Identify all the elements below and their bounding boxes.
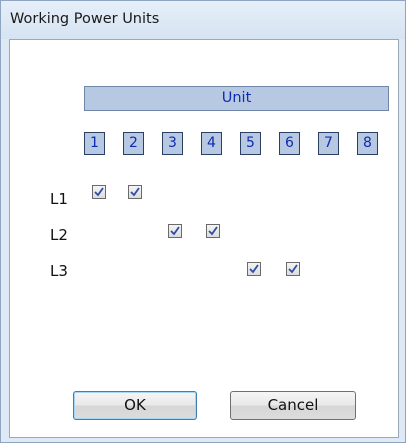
row-label-l2: L2	[50, 226, 68, 244]
ok-button[interactable]: OK	[73, 391, 197, 420]
row-label-l3: L3	[50, 262, 68, 280]
checkbox-l1-unit-2[interactable]	[128, 185, 142, 199]
unit-header: Unit	[84, 86, 389, 111]
check-icon	[170, 226, 180, 236]
check-icon	[208, 226, 218, 236]
check-icon	[130, 187, 140, 197]
unit-number-2: 2	[123, 132, 144, 155]
checkbox-l2-unit-3[interactable]	[168, 224, 182, 238]
check-icon	[288, 264, 298, 274]
unit-number-4: 4	[201, 132, 222, 155]
unit-number-6: 6	[279, 132, 300, 155]
checkbox-l3-unit-6[interactable]	[286, 262, 300, 276]
checkbox-l1-unit-1[interactable]	[92, 185, 106, 199]
unit-number-1: 1	[84, 132, 105, 155]
window-title: Working Power Units	[10, 11, 160, 27]
cancel-button[interactable]: Cancel	[230, 391, 356, 420]
checkbox-l2-unit-4[interactable]	[206, 224, 220, 238]
row-label-l1: L1	[50, 190, 68, 208]
check-icon	[94, 187, 104, 197]
check-icon	[249, 264, 259, 274]
title-bar[interactable]: Working Power Units	[1, 1, 405, 39]
unit-number-8: 8	[357, 132, 378, 155]
checkbox-l3-unit-5[interactable]	[247, 262, 261, 276]
unit-number-5: 5	[240, 132, 261, 155]
dialog-content: Unit 1 2 3 4 5 6 7 8 L1 L2 L3 OK Cancel	[9, 39, 399, 438]
unit-number-7: 7	[318, 132, 339, 155]
unit-number-3: 3	[162, 132, 183, 155]
dialog-window: Working Power Units Unit 1 2 3 4 5 6 7 8…	[0, 0, 406, 443]
